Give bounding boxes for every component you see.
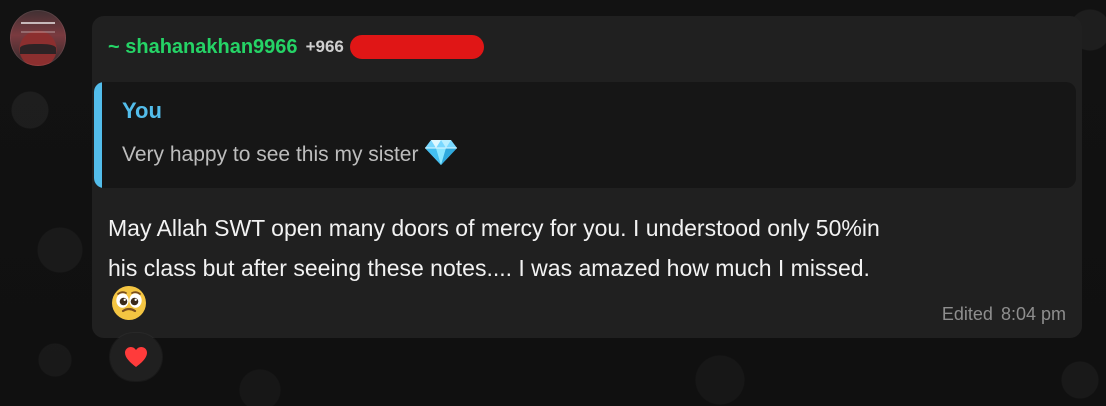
gem-icon bbox=[424, 138, 458, 171]
message-line-2: his class but after seeing these notes..… bbox=[108, 255, 870, 281]
message-body: May Allah SWT open many doors of mercy f… bbox=[108, 208, 1066, 288]
message-bubble[interactable]: ~ shahanakhan9966 +966 You Very happy to… bbox=[92, 16, 1082, 338]
pleading-face-icon bbox=[110, 284, 148, 322]
phone-redaction bbox=[349, 35, 484, 59]
reaction-badge[interactable] bbox=[110, 333, 162, 381]
avatar[interactable] bbox=[10, 10, 66, 66]
quote-accent-bar bbox=[94, 82, 102, 188]
edited-label: Edited bbox=[941, 304, 993, 324]
sender-name[interactable]: ~ shahanakhan9966 bbox=[108, 36, 298, 59]
message-line-1: May Allah SWT open many doors of mercy f… bbox=[108, 215, 880, 241]
quoted-text: Very happy to see this my sister bbox=[122, 142, 419, 166]
heart-icon bbox=[125, 347, 147, 367]
sender-row: ~ shahanakhan9966 +966 bbox=[108, 35, 484, 59]
quoted-author: You bbox=[122, 98, 162, 123]
quoted-text-row: Very happy to see this my sister bbox=[122, 138, 458, 171]
sender-phone: +966 bbox=[305, 37, 344, 56]
quoted-message[interactable]: You Very happy to see this my sister bbox=[94, 82, 1076, 188]
message-time: 8:04 pm bbox=[1000, 304, 1066, 324]
message-meta: Edited 8:04 pm bbox=[942, 304, 1066, 325]
